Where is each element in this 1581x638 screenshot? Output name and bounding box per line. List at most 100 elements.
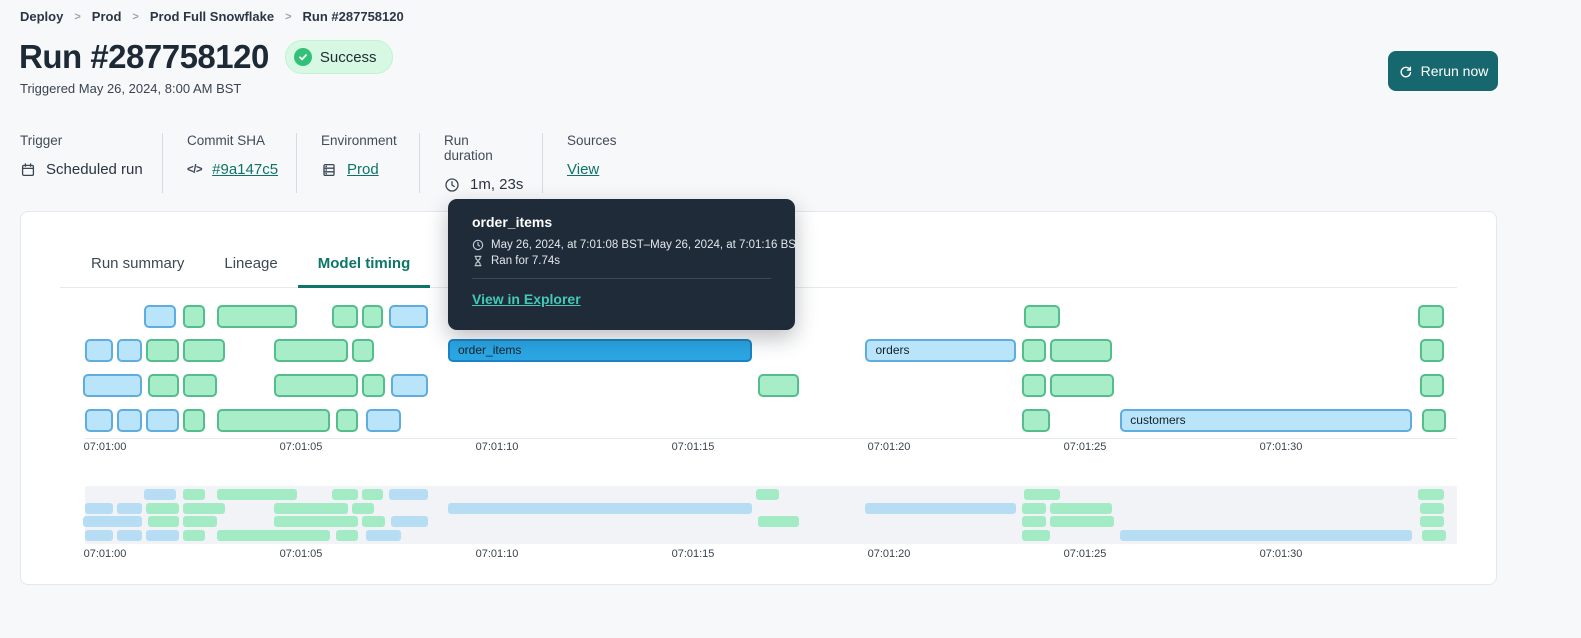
gantt-bar[interactable]	[1418, 305, 1444, 328]
gantt-bar[interactable]	[1022, 339, 1046, 362]
overview-x-axis-tick-label: 07:01:20	[867, 548, 911, 560]
sources-view-link[interactable]: View	[567, 161, 599, 178]
gantt-bar[interactable]	[183, 339, 225, 362]
overview-bar	[1418, 489, 1444, 500]
gantt-bar[interactable]	[146, 409, 180, 432]
gantt-bar[interactable]	[146, 339, 180, 362]
gantt-bar[interactable]	[1022, 374, 1046, 397]
gantt-bar[interactable]	[216, 305, 298, 328]
overview-bar	[755, 489, 780, 500]
overview-bar	[1024, 489, 1060, 500]
gantt-bar[interactable]	[183, 409, 205, 432]
calendar-icon	[20, 162, 36, 178]
gantt-bar[interactable]	[183, 374, 217, 397]
overview-bar	[332, 489, 358, 500]
refresh-icon	[1398, 64, 1413, 79]
gantt-bar[interactable]	[85, 339, 113, 362]
gantt-bar[interactable]	[183, 305, 205, 328]
breadcrumb-item-prod[interactable]: Prod	[92, 9, 122, 24]
breadcrumb-separator: >	[132, 10, 139, 23]
code-icon: </>	[187, 163, 203, 176]
gantt-bar[interactable]	[1420, 374, 1444, 397]
view-in-explorer-link[interactable]: View in Explorer	[472, 291, 581, 307]
gantt-bar[interactable]	[116, 339, 143, 362]
x-axis-tick-label: 07:01:00	[83, 441, 127, 453]
gantt-bar[interactable]	[273, 339, 349, 362]
overview-bar	[183, 516, 217, 527]
overview-x-axis-tick-label: 07:01:15	[671, 548, 715, 560]
rerun-now-label: Rerun now	[1420, 63, 1489, 79]
breadcrumb-separator: >	[74, 10, 81, 23]
overview-bar	[351, 502, 374, 514]
x-axis-tick-label: 07:01:20	[867, 441, 911, 453]
gantt-bar-order_items[interactable]: order_items	[448, 339, 752, 362]
breadcrumb: Deploy > Prod > Prod Full Snowflake > Ru…	[20, 9, 404, 24]
overview-bar	[391, 516, 429, 527]
overview-bar	[1420, 502, 1444, 514]
tooltip-model-name: order_items	[472, 214, 553, 230]
gantt-bar[interactable]	[1024, 305, 1060, 328]
x-axis-tick-label: 07:01:30	[1259, 441, 1303, 453]
overview-bar	[146, 502, 180, 514]
meta-label: Commit SHA	[187, 133, 266, 148]
gantt-bar[interactable]	[83, 374, 143, 397]
tooltip-time-range: May 26, 2024, at 7:01:08 BST–May 26, 202…	[491, 239, 803, 251]
timeline-overview-brush[interactable]	[83, 486, 1457, 544]
gantt-bar[interactable]	[757, 374, 799, 397]
overview-x-axis-tick-label: 07:01:05	[279, 548, 323, 560]
gantt-bar[interactable]	[1049, 374, 1115, 397]
gantt-bar[interactable]	[85, 409, 113, 432]
gantt-bar-label: order_items	[458, 343, 522, 357]
meta-environment: Environment Prod	[321, 133, 420, 193]
overview-x-axis-tick-label: 07:01:00	[83, 548, 127, 560]
overview-bar	[83, 516, 143, 527]
overview-bar	[116, 529, 143, 541]
x-axis-tick-label: 07:01:25	[1063, 441, 1107, 453]
overview-bar	[273, 516, 358, 527]
gantt-bar-label: customers	[1130, 413, 1186, 427]
gantt-bar[interactable]	[1022, 409, 1050, 432]
meta-trigger: Trigger Scheduled run	[20, 133, 163, 193]
meta-sources: Sources View	[567, 133, 637, 193]
status-badge: Success	[284, 40, 393, 74]
x-axis-line	[85, 438, 1457, 439]
overview-bar	[361, 489, 384, 500]
gantt-bar[interactable]	[351, 339, 374, 362]
overview-bar	[1022, 516, 1046, 527]
environment-link[interactable]: Prod	[347, 161, 379, 178]
rerun-now-button[interactable]: Rerun now	[1388, 51, 1498, 91]
page-title: Run #287758120	[19, 38, 269, 75]
gantt-bar[interactable]	[148, 374, 180, 397]
database-icon	[321, 162, 337, 178]
gantt-bar[interactable]	[361, 305, 384, 328]
gantt-bar[interactable]	[361, 374, 386, 397]
gantt-bar[interactable]	[216, 409, 331, 432]
overview-x-axis-tick-label: 07:01:30	[1259, 548, 1303, 560]
gantt-bar[interactable]	[144, 305, 176, 328]
gantt-bar[interactable]	[1049, 339, 1113, 362]
gantt-bar[interactable]	[332, 305, 358, 328]
run-meta-row: Trigger Scheduled run Commit SHA </> #9a…	[20, 133, 661, 193]
gantt-bar[interactable]	[273, 374, 358, 397]
gantt-bar-customers[interactable]: customers	[1120, 409, 1413, 432]
gantt-bar-orders[interactable]: orders	[865, 339, 1017, 362]
breadcrumb-item-run: Run #287758120	[302, 9, 404, 24]
gantt-bar[interactable]	[389, 305, 429, 328]
gantt-bar[interactable]	[365, 409, 401, 432]
clock-icon	[472, 239, 484, 251]
gantt-bar[interactable]	[391, 374, 429, 397]
gantt-bar[interactable]	[1420, 339, 1444, 362]
meta-label: Sources	[567, 133, 617, 148]
gantt-bar[interactable]	[336, 409, 358, 432]
breadcrumb-item-deploy[interactable]: Deploy	[20, 9, 63, 24]
gantt-bar[interactable]	[116, 409, 143, 432]
overview-bar	[183, 489, 205, 500]
meta-label: Run duration	[444, 133, 493, 163]
breadcrumb-item-job[interactable]: Prod Full Snowflake	[150, 9, 274, 24]
trigger-value: Scheduled run	[46, 161, 143, 178]
gantt-bar[interactable]	[1422, 409, 1446, 432]
overview-bar	[1422, 529, 1446, 541]
overview-bar	[336, 529, 358, 541]
overview-bar	[1120, 529, 1413, 541]
commit-sha-link[interactable]: #9a147c5	[212, 161, 278, 178]
